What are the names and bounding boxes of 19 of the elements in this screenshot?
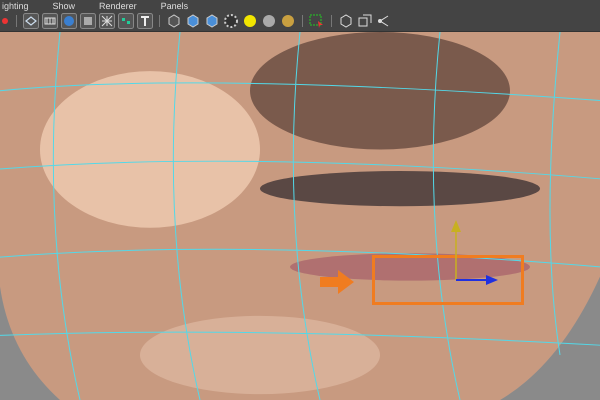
- text-icon[interactable]: [137, 13, 153, 29]
- light-icon[interactable]: [280, 13, 296, 29]
- windows-icon[interactable]: [357, 13, 373, 29]
- light-icon[interactable]: [242, 13, 258, 29]
- menu-item[interactable]: Panels: [160, 1, 188, 11]
- cube-icon[interactable]: [204, 13, 220, 29]
- film-icon[interactable]: [42, 13, 58, 29]
- light-icon[interactable]: [261, 13, 277, 29]
- nodes-icon[interactable]: [118, 13, 134, 29]
- cube-icon[interactable]: [338, 13, 354, 29]
- square-icon[interactable]: [80, 13, 96, 29]
- cube-icon[interactable]: [166, 13, 182, 29]
- menu-item[interactable]: ighting: [2, 1, 29, 11]
- arrow-icon: [320, 270, 354, 294]
- menu-item[interactable]: Renderer: [99, 1, 137, 11]
- select-icon[interactable]: [309, 13, 325, 29]
- wireframe-icon[interactable]: [99, 13, 115, 29]
- cube-icon[interactable]: [185, 13, 201, 29]
- menu-item[interactable]: Show: [52, 1, 76, 11]
